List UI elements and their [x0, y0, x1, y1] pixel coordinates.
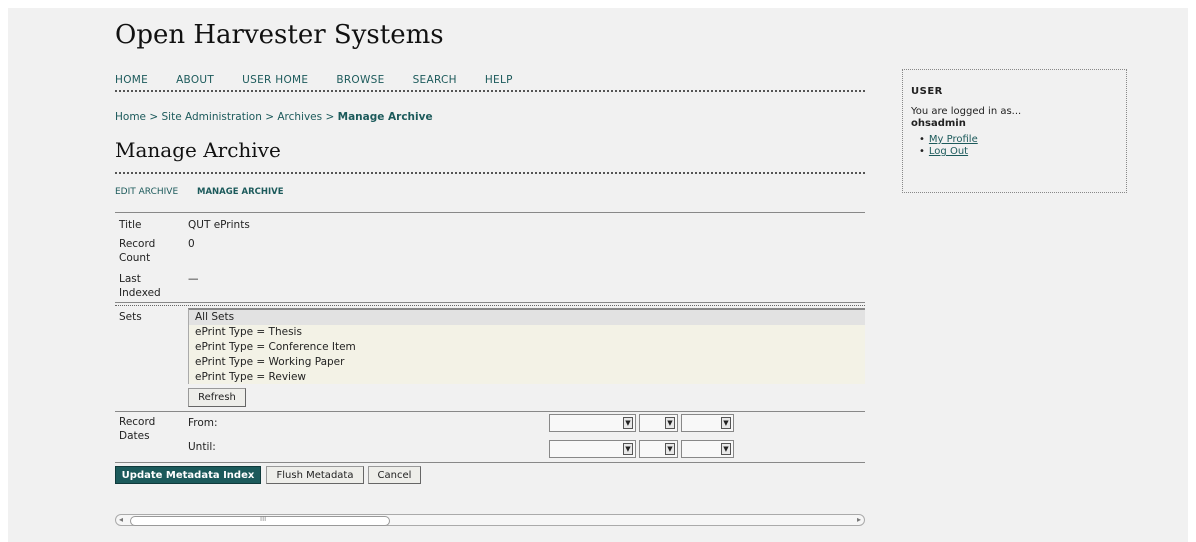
- dropdown-arrow-icon: ▼: [665, 417, 675, 429]
- dropdown-arrow-icon: ▼: [665, 443, 675, 455]
- breadcrumb-sep: >: [149, 111, 159, 123]
- tab-edit-archive[interactable]: EDIT ARCHIVE: [115, 187, 178, 197]
- set-option[interactable]: All Sets: [189, 310, 865, 325]
- nav-divider: [115, 90, 865, 92]
- breadcrumb: Home > Site Administration > Archives > …: [115, 111, 433, 123]
- record-dates-label: Record Dates: [119, 416, 156, 442]
- until-day-select[interactable]: ▼: [681, 440, 734, 458]
- nav-search[interactable]: SEARCH: [413, 74, 457, 86]
- dropdown-arrow-icon: ▼: [623, 417, 633, 429]
- list-item: Log Out: [927, 146, 978, 158]
- page-background: Open Harvester Systems HOME ABOUT USER H…: [8, 8, 1188, 542]
- page-title: Manage Archive: [115, 138, 281, 162]
- update-metadata-index-button[interactable]: Update Metadata Index: [115, 466, 261, 484]
- log-out-link[interactable]: Log Out: [929, 146, 968, 157]
- flush-metadata-button[interactable]: Flush Metadata: [266, 466, 364, 484]
- dropdown-arrow-icon: ▼: [623, 443, 633, 455]
- breadcrumb-sep: >: [325, 111, 335, 123]
- tab-manage-archive[interactable]: MANAGE ARCHIVE: [197, 187, 284, 197]
- nav-about[interactable]: ABOUT: [176, 74, 214, 86]
- list-item: My Profile: [927, 134, 978, 146]
- set-option[interactable]: ePrint Type = Working Paper: [189, 355, 865, 370]
- sets-rule: [115, 411, 865, 412]
- last-indexed-label: Last Indexed: [119, 273, 161, 299]
- breadcrumb-archives[interactable]: Archives: [277, 111, 322, 123]
- logged-in-text: You are logged in as...: [911, 106, 1022, 117]
- my-profile-link[interactable]: My Profile: [929, 134, 978, 145]
- nav-user-home[interactable]: USER HOME: [242, 74, 308, 86]
- dates-rule: [115, 462, 865, 463]
- last-indexed-value: —: [188, 273, 199, 285]
- cancel-button[interactable]: Cancel: [368, 466, 421, 484]
- user-sidebar-block: USER You are logged in as... ohsadmin My…: [902, 69, 1127, 193]
- from-year-select[interactable]: ▼: [549, 414, 636, 432]
- title-value: QUT ePrints: [188, 219, 250, 231]
- breadcrumb-current[interactable]: Manage Archive: [338, 111, 433, 123]
- scrollbar-grip: III: [260, 515, 267, 523]
- title-label: Title: [119, 219, 142, 231]
- until-month-select[interactable]: ▼: [639, 440, 678, 458]
- heading-divider: [115, 172, 865, 174]
- table-top-rule: [115, 212, 865, 213]
- dropdown-arrow-icon: ▼: [721, 443, 731, 455]
- set-option[interactable]: ePrint Type = Conference Item: [189, 340, 865, 355]
- sidebar-title: USER: [911, 86, 943, 97]
- sidebar-links: My Profile Log Out: [927, 134, 978, 158]
- set-option[interactable]: ePrint Type = Review: [189, 370, 865, 384]
- scroll-right-icon[interactable]: ▸: [857, 515, 861, 525]
- breadcrumb-home[interactable]: Home: [115, 111, 146, 123]
- record-count-label: Record Count: [119, 238, 156, 264]
- main-nav: HOME ABOUT USER HOME BROWSE SEARCH HELP: [115, 74, 541, 86]
- until-year-select[interactable]: ▼: [549, 440, 636, 458]
- record-count-value: 0: [188, 238, 195, 250]
- until-label: Until:: [188, 441, 216, 453]
- breadcrumb-site-admin[interactable]: Site Administration: [162, 111, 262, 123]
- set-option[interactable]: ePrint Type = Thesis: [189, 325, 865, 340]
- horizontal-scrollbar[interactable]: ◂ III ▸: [115, 514, 865, 526]
- dropdown-arrow-icon: ▼: [721, 417, 731, 429]
- refresh-button[interactable]: Refresh: [188, 388, 246, 407]
- nav-browse[interactable]: BROWSE: [336, 74, 384, 86]
- breadcrumb-sep: >: [265, 111, 275, 123]
- from-month-select[interactable]: ▼: [639, 414, 678, 432]
- from-day-select[interactable]: ▼: [681, 414, 734, 432]
- sets-listbox[interactable]: All Sets ePrint Type = Thesis ePrint Typ…: [188, 308, 865, 384]
- nav-home[interactable]: HOME: [115, 74, 148, 86]
- archive-subnav: EDIT ARCHIVE MANAGE ARCHIVE: [115, 187, 284, 197]
- details-rule: [115, 302, 865, 303]
- nav-help[interactable]: HELP: [485, 74, 513, 86]
- scroll-left-icon[interactable]: ◂: [119, 515, 123, 525]
- sets-label: Sets: [119, 311, 142, 323]
- site-title: Open Harvester Systems: [115, 20, 444, 50]
- username: ohsadmin: [911, 118, 966, 129]
- from-label: From:: [188, 417, 218, 429]
- details-rule-dotted: [115, 305, 865, 306]
